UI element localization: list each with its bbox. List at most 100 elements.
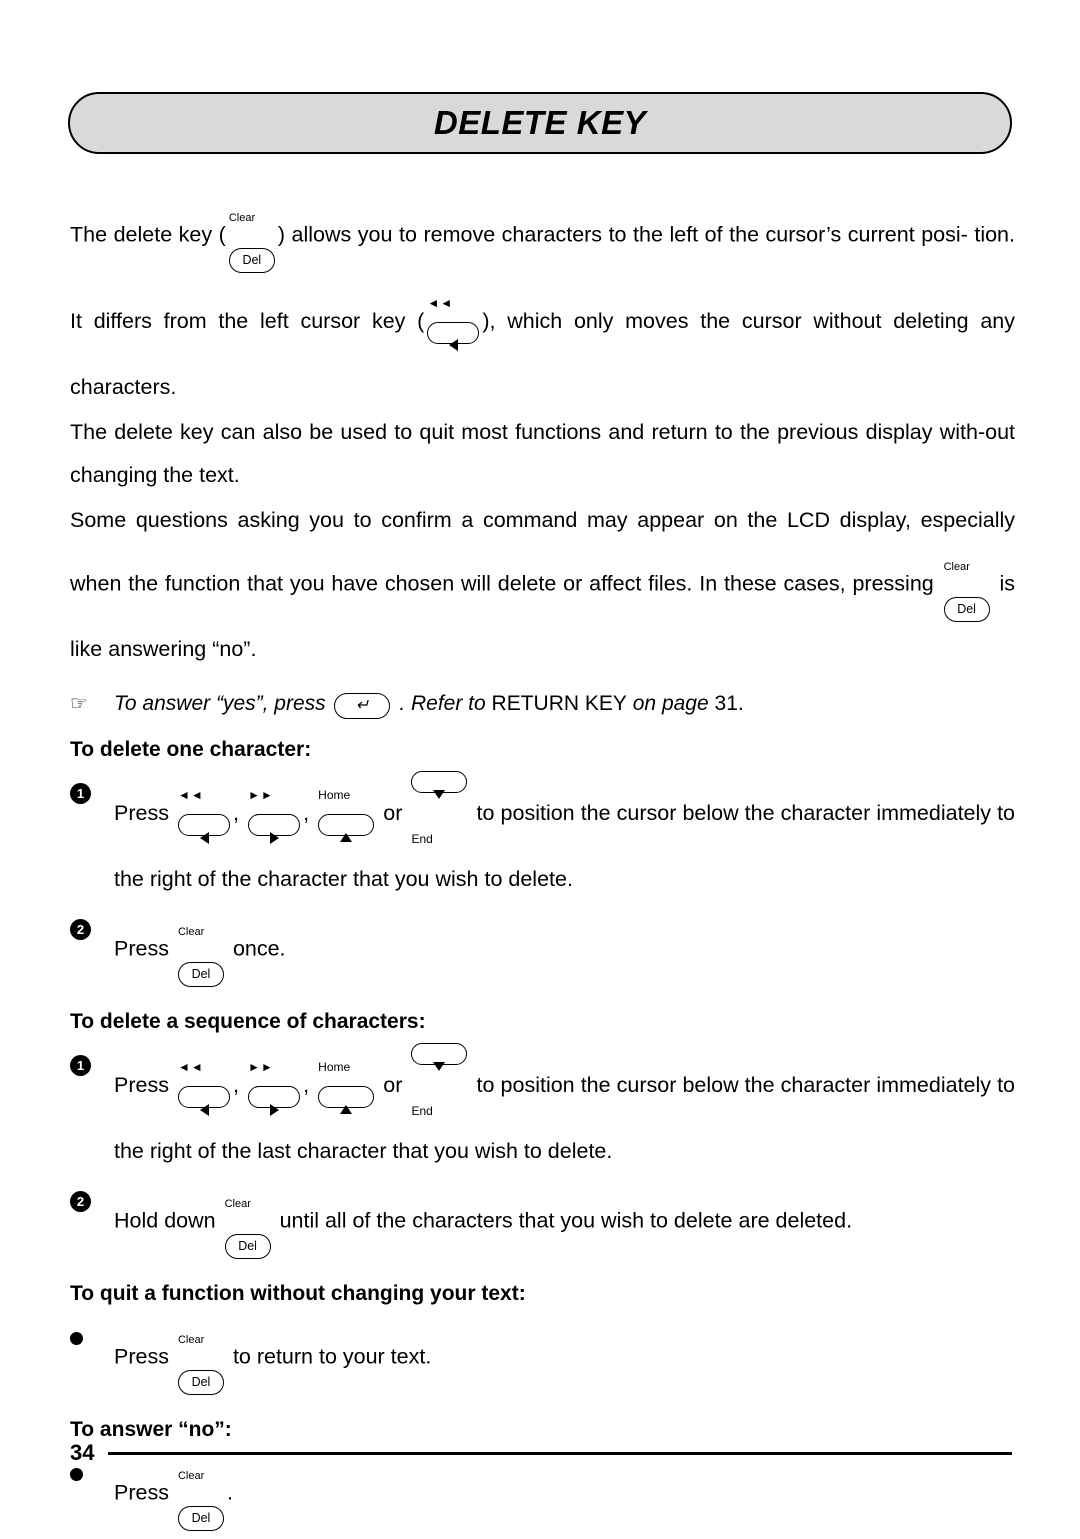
left-cursor-key-cap: [427, 322, 480, 352]
page-title: DELETE KEY: [433, 104, 647, 141]
step-marker: [70, 1315, 114, 1350]
step-text-press: Press: [114, 1345, 169, 1370]
delete-key-cap-label: Del: [177, 1506, 224, 1532]
footer-divider: [108, 1451, 1012, 1455]
step-text-press: Press: [114, 937, 169, 962]
step-separator-comma: ,: [303, 1073, 310, 1098]
pointing-hand-icon: ☞: [70, 693, 88, 716]
right-triangle-icon: [269, 831, 279, 844]
up-cursor-key-cap: [318, 814, 375, 843]
bullet-dot-icon: [70, 1468, 83, 1482]
delete-key-cap-label: Del: [228, 248, 275, 273]
step-item: 1 Press ◄◄, ►►, Home or End to position …: [70, 1043, 1015, 1173]
left-triangle-icon: [199, 831, 209, 844]
left-cursor-key-glyph: ◄◄: [427, 279, 480, 366]
section-heading-delete-sequence: To delete a sequence of characters:: [70, 1010, 426, 1034]
down-triangle-icon: [433, 1062, 446, 1072]
step-text-press: Press: [114, 1481, 169, 1506]
step-marker: 1: [70, 771, 114, 805]
note-text-b: . Refer to: [399, 692, 486, 715]
paragraph-quit-functions: The delete key can also be used to quit …: [70, 420, 1015, 487]
end-label: End: [411, 1104, 433, 1119]
step-number-badge: 1: [70, 1055, 91, 1077]
section-heading-quit-function: To quit a function without changing your…: [70, 1282, 526, 1306]
left-triangle-icon: [199, 1103, 209, 1116]
paragraph-intro-text-a: The delete key (: [70, 222, 226, 247]
down-triangle-icon: [433, 790, 446, 800]
end-label: End: [411, 832, 433, 847]
delete-key-cap-label: Del: [943, 597, 990, 622]
note-text-a: To answer “yes”, press: [114, 692, 326, 715]
left-cursor-key-glyph: ◄◄: [178, 771, 231, 858]
bullet-dot-icon: [70, 1332, 83, 1346]
step-text-remainder: .: [226, 1481, 233, 1506]
up-cursor-key-cap: [318, 1086, 375, 1115]
return-key-glyph: ↵: [334, 687, 391, 721]
up-triangle-icon: [340, 1105, 353, 1115]
note-text-d: on page: [632, 692, 709, 715]
left-cursor-key-glyph: ◄◄: [178, 1043, 231, 1130]
step-text-or: or: [383, 801, 403, 826]
paragraph-confirm-questions: Some questions asking you to confirm a c…: [70, 499, 1015, 671]
delete-key-clear-label: Clear: [228, 212, 256, 224]
home-label: Home: [318, 1060, 351, 1075]
delete-key-cap-label: Del: [177, 962, 224, 988]
step-item: 2 Hold down Clear Del until all of the ch…: [70, 1179, 1015, 1265]
home-up-key-glyph: Home: [318, 1043, 375, 1130]
end-down-key-glyph: End: [411, 1043, 468, 1130]
note-reference-title: RETURN KEY: [491, 692, 627, 715]
down-cursor-key-cap: [411, 771, 468, 800]
left-triangle-icon: [448, 339, 458, 352]
step-item: 2 Press Clear Del once.: [70, 907, 1015, 993]
right-triangle-icon: [269, 1103, 279, 1116]
note-page-number: 31.: [714, 692, 744, 715]
step-text-remainder: to return to your text.: [232, 1345, 432, 1370]
paragraph-confirm-text-b: when the function that you have chosen w…: [70, 571, 934, 596]
step-number-badge: 2: [70, 1191, 91, 1213]
left-cursor-key-top-label: ◄◄: [178, 1060, 204, 1075]
delete-key-clear-label: Clear: [177, 1334, 205, 1347]
right-cursor-key-cap: [248, 814, 301, 844]
step-text-remainder: until all of the characters that you wis…: [279, 1209, 853, 1234]
up-triangle-icon: [340, 833, 353, 843]
delete-key-glyph: Clear Del: [177, 1315, 224, 1401]
home-up-key-glyph: Home: [318, 771, 375, 858]
step-separator-comma: ,: [303, 801, 310, 826]
right-cursor-key-cap: [248, 1086, 301, 1116]
right-cursor-key-top-label: ►►: [248, 1060, 274, 1075]
step-separator-comma: ,: [233, 801, 240, 826]
step-item: Press Clear Del to return to your text.: [70, 1315, 1015, 1401]
section-heading-delete-one-character: To delete one character:: [70, 738, 312, 762]
step-item: 1 Press ◄◄, ►►, Home or End to position …: [70, 771, 1015, 901]
left-cursor-key-cap: [178, 814, 231, 844]
page-content: The delete key (ClearDel) allows you to …: [70, 193, 1015, 1539]
home-label: Home: [318, 788, 351, 803]
step-text-hold-down: Hold down: [114, 1209, 216, 1234]
footer-page-number: 34: [70, 1440, 95, 1465]
return-key-cap: ↵: [334, 693, 391, 720]
paragraph-intro-text-b: ) allows you to remove characters to the…: [277, 222, 968, 247]
step-separator-comma: ,: [233, 1073, 240, 1098]
delete-key-glyph: Clear Del: [228, 193, 275, 279]
paragraph-intro: The delete key (Clear Del) allows you to …: [70, 193, 1015, 409]
step-text-remainder: once.: [232, 937, 286, 962]
right-cursor-key-glyph: ►►: [248, 771, 301, 858]
step-text-press: Press: [114, 1073, 169, 1098]
left-cursor-key-cap: [178, 1086, 231, 1116]
right-cursor-key-glyph: ►►: [248, 1043, 301, 1130]
delete-key-clear-label: Clear: [943, 561, 970, 573]
cross-reference-note: ☞ To answer “yes”, press ↵ . Refer to RE…: [70, 687, 1015, 721]
delete-key-glyph: Clear Del: [177, 907, 224, 993]
left-cursor-key-top-label: ◄◄: [178, 788, 204, 803]
step-text-press: Press: [114, 801, 169, 826]
end-down-key-glyph: End: [411, 771, 468, 858]
step-number-badge: 2: [70, 919, 91, 941]
delete-key-glyph: Clear Del: [943, 542, 990, 628]
delete-key-glyph: Clear Del: [224, 1179, 271, 1265]
delete-key-clear-label: Clear: [177, 1470, 205, 1483]
step-text-or: or: [383, 1073, 403, 1098]
left-cursor-key-top-label: ◄◄: [427, 296, 454, 310]
paragraph-confirm-text-a: Some questions asking you to confirm a c…: [70, 508, 1015, 532]
step-marker: 2: [70, 1179, 114, 1213]
page-header-banner: DELETE KEY: [68, 92, 1012, 154]
